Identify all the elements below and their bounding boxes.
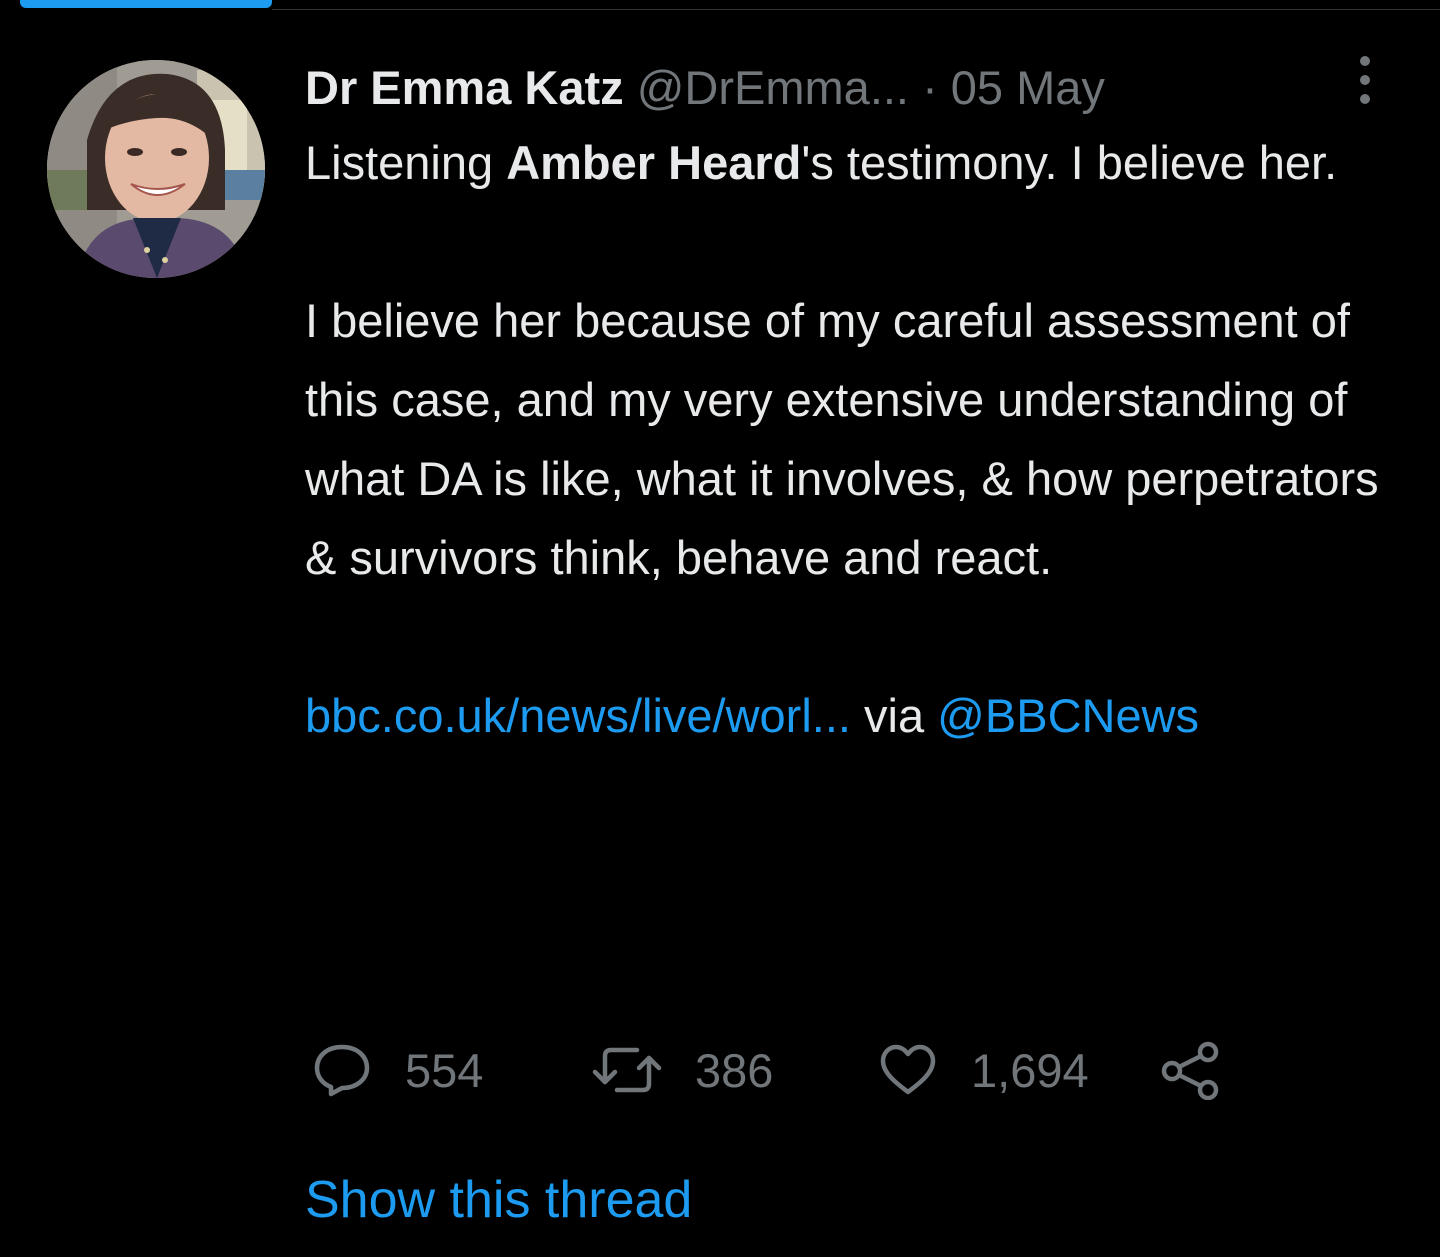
- more-icon: [1358, 54, 1372, 122]
- like-button[interactable]: 1,694: [877, 1040, 1089, 1100]
- tweet-paragraph: Listening Amber Heard's testimony. I bel…: [305, 123, 1415, 202]
- retweet-count: 386: [695, 1043, 774, 1097]
- share-button[interactable]: [1160, 1040, 1222, 1100]
- retweet-icon: [591, 1042, 663, 1098]
- retweet-button[interactable]: 386: [591, 1040, 773, 1100]
- text-span: 's testimony. I believe her.: [801, 136, 1338, 189]
- like-icon: [877, 1042, 939, 1098]
- mention-link[interactable]: @BBCNews: [937, 689, 1199, 742]
- tweet-actions: 554 386 1,694: [305, 1040, 1305, 1100]
- author-name[interactable]: Dr Emma Katz: [305, 61, 624, 114]
- tweet-paragraph: I believe her because of my careful asse…: [305, 294, 1379, 584]
- show-thread-link[interactable]: Show this thread: [305, 1165, 692, 1235]
- like-count: 1,694: [971, 1043, 1089, 1097]
- reply-button[interactable]: 554: [311, 1040, 483, 1100]
- tab-active-indicator: [20, 0, 272, 8]
- author-handle[interactable]: @DrEmma...: [637, 61, 909, 114]
- more-button[interactable]: [1345, 56, 1385, 120]
- tweet-text: Listening Amber Heard's testimony. I bel…: [305, 123, 1415, 755]
- divider: [272, 9, 1440, 10]
- reply-icon: [311, 1041, 373, 1099]
- tweet[interactable]: Dr Emma Katz @DrEmma... · 05 May Listeni…: [305, 56, 1415, 1100]
- tweet-header: Dr Emma Katz @DrEmma... · 05 May: [305, 56, 1415, 120]
- separator-dot: ·: [922, 61, 938, 114]
- article-link[interactable]: bbc.co.uk/news/live/worl...: [305, 689, 851, 742]
- reply-count: 554: [405, 1043, 484, 1097]
- tweet-date[interactable]: 05 May: [951, 61, 1105, 114]
- text-span: via: [850, 689, 938, 742]
- text-span: Listening: [305, 136, 507, 189]
- tweet-paragraph: bbc.co.uk/news/live/worl... via @BBCNews: [305, 676, 1415, 755]
- avatar[interactable]: [47, 60, 265, 278]
- share-icon: [1160, 1040, 1222, 1100]
- highlighted-term: Amber Heard: [506, 136, 802, 189]
